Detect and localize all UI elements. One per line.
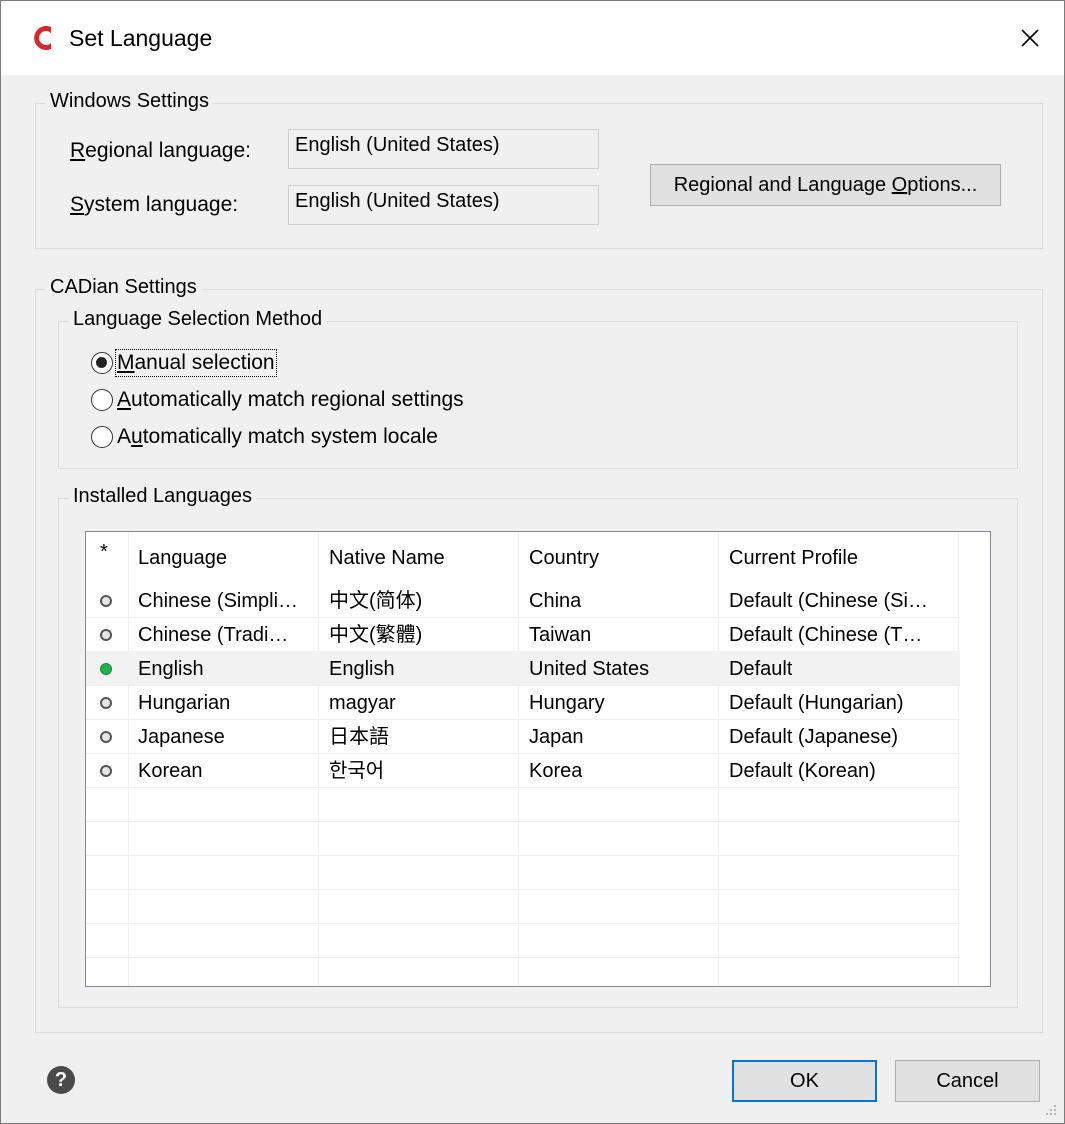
- installed-languages-title: Installed Languages: [69, 485, 257, 508]
- cell-native-name: 日本語: [329, 726, 389, 748]
- column-header-native-name[interactable]: Native Name: [329, 532, 445, 582]
- cell-country: Hungary: [529, 692, 605, 714]
- table-row[interactable]: English English United States Default: [86, 652, 960, 686]
- cell-language: English: [138, 658, 204, 680]
- cell-language: Chinese (Tradi…: [138, 624, 289, 646]
- empty-row: [86, 890, 960, 924]
- language-selection-method-title: Language Selection Method: [69, 308, 327, 331]
- table-row[interactable]: Chinese (Simpli… 中文(简体) China Default (Chin…: [86, 584, 960, 618]
- cell-current-profile: Default (Korean): [729, 760, 876, 782]
- cell-country: United States: [529, 658, 650, 680]
- cell-language: Japanese: [138, 726, 225, 748]
- cancel-button[interactable]: Cancel: [895, 1060, 1040, 1102]
- cell-native-name: 한국어: [329, 760, 385, 782]
- match-system-locale-label: Automatically match system locale: [117, 425, 438, 448]
- radio-button: [91, 389, 113, 411]
- system-language-label: System language:: [70, 193, 239, 216]
- installed-languages-list[interactable]: * Language Native Name Country Current P…: [85, 531, 991, 987]
- inactive-status-icon: [100, 629, 112, 641]
- cell-current-profile: Default (Chinese (Si…: [729, 590, 928, 612]
- cell-current-profile: Default (Chinese (T…: [729, 624, 923, 646]
- cell-native-name: magyar: [329, 692, 396, 714]
- cell-language: Chinese (Simpli…: [138, 590, 299, 612]
- regional-language-field: English (United States): [288, 129, 599, 169]
- inactive-status-icon: [100, 765, 112, 777]
- regional-language-options-button[interactable]: Regional and Language Options...: [650, 164, 1001, 206]
- inactive-status-icon: [100, 595, 112, 607]
- cell-native-name: 中文(简体): [329, 590, 423, 612]
- cell-country: Taiwan: [529, 624, 592, 646]
- inactive-status-icon: [100, 697, 112, 709]
- match-regional-settings-radio[interactable]: Automatically match regional settings: [91, 388, 464, 412]
- active-status-icon: [100, 663, 112, 675]
- table-row[interactable]: Japanese 日本語 Japan Default (Japanese): [86, 720, 960, 754]
- cadian-settings-title: CADian Settings: [46, 276, 201, 299]
- cell-country: China: [529, 590, 582, 612]
- windows-settings-title: Windows Settings: [46, 90, 213, 113]
- help-icon[interactable]: ?: [47, 1066, 75, 1094]
- cell-language: Hungarian: [138, 692, 231, 714]
- cell-current-profile: Default (Hungarian): [729, 692, 904, 714]
- title-bar: Set Language: [1, 1, 1064, 75]
- empty-row: [86, 788, 960, 822]
- set-language-dialog: Set Language Windows Settings Regional l…: [0, 0, 1065, 1124]
- column-header-status[interactable]: *: [100, 532, 108, 582]
- close-icon[interactable]: [1011, 19, 1049, 57]
- cell-language: Korean: [138, 760, 203, 782]
- column-header-country[interactable]: Country: [529, 532, 599, 582]
- cell-country: Korea: [529, 760, 583, 782]
- cell-country: Japan: [529, 726, 584, 748]
- manual-selection-radio[interactable]: Manual selection: [91, 349, 277, 377]
- cadian-logo-icon: [34, 26, 51, 51]
- resize-grip-icon[interactable]: [1044, 1103, 1058, 1117]
- empty-row: [86, 924, 960, 958]
- system-language-field: English (United States): [288, 185, 599, 225]
- ok-button[interactable]: OK: [732, 1060, 877, 1102]
- table-row[interactable]: Korean 한국어 Korea Default (Korean): [86, 754, 960, 788]
- radio-button: [91, 426, 113, 448]
- cell-current-profile: Default (Japanese): [729, 726, 898, 748]
- match-regional-settings-label: Automatically match regional settings: [117, 388, 464, 411]
- window-title: Set Language: [69, 25, 213, 51]
- empty-row: [86, 856, 960, 890]
- cell-native-name: 中文(繁體): [329, 624, 423, 646]
- inactive-status-icon: [100, 731, 112, 743]
- empty-row: [86, 958, 960, 986]
- match-system-locale-radio[interactable]: Automatically match system locale: [91, 425, 438, 449]
- table-row[interactable]: Hungarian magyar Hungary Default (Hungarian…: [86, 686, 960, 720]
- cell-current-profile: Default: [729, 658, 793, 680]
- column-header-language[interactable]: Language: [138, 532, 227, 582]
- table-row[interactable]: Chinese (Tradi… 中文(繁體) Taiwan Default (Chin…: [86, 618, 960, 652]
- manual-selection-label: Manual selection: [115, 349, 277, 377]
- list-header: * Language Native Name Country Current P…: [86, 532, 960, 582]
- column-header-current-profile[interactable]: Current Profile: [729, 532, 858, 582]
- radio-button-selected: [91, 352, 113, 374]
- regional-language-label: Regional language:: [70, 139, 251, 162]
- cell-native-name: English: [329, 658, 395, 680]
- empty-row: [86, 822, 960, 856]
